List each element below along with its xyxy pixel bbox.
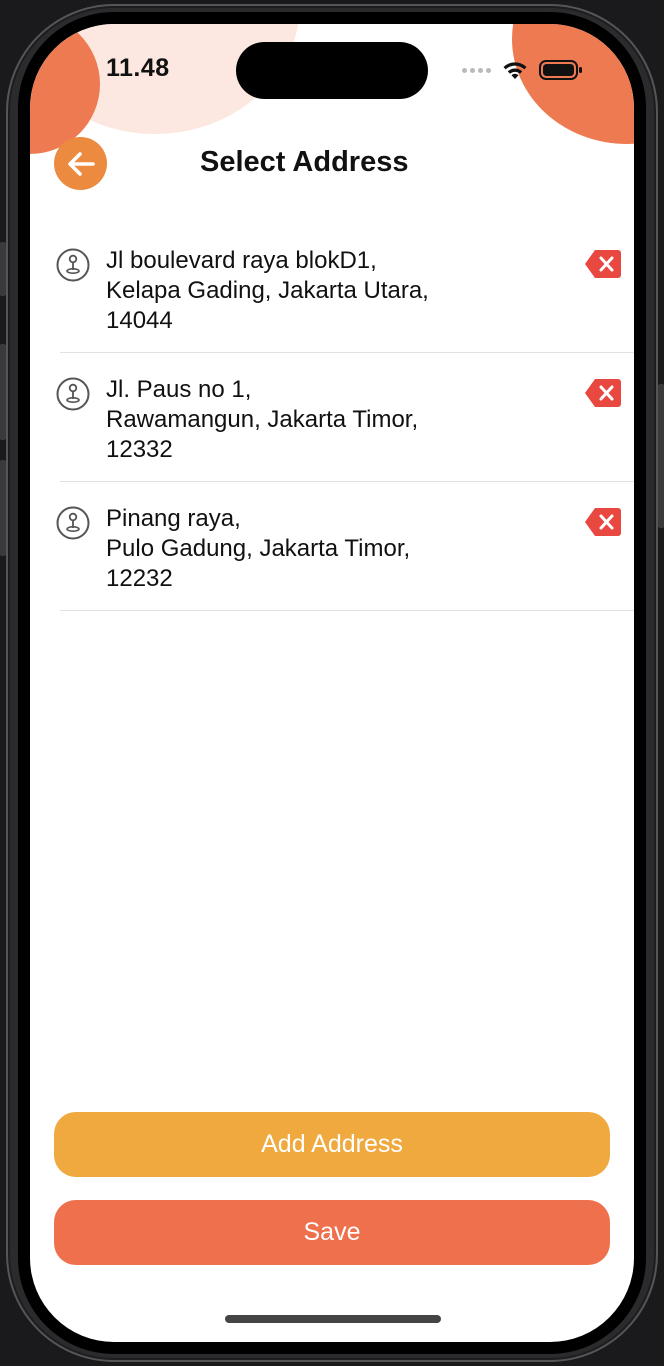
address-line2: Pulo Gadung, Jakarta Timor, [106,535,411,562]
save-button[interactable]: Save [54,1200,610,1265]
address-postal-code: 14044 [106,307,173,334]
address-line1: Pinang raya, [106,505,241,532]
back-button[interactable] [54,137,107,190]
cellular-signal-icon [462,67,491,73]
address-item[interactable]: Jl. Paus no 1, Rawamangun, Jakarta Timor… [30,353,634,482]
address-line2: Kelapa Gading, Jakarta Utara, [106,277,429,304]
address-item[interactable]: Pinang raya, Pulo Gadung, Jakarta Timor,… [30,482,634,611]
delete-address-button[interactable] [584,248,622,280]
app-screen: 11.48 Select Address Jl boulevard raya b… [30,24,634,1342]
volume-down-button [0,460,6,556]
status-time: 11.48 [106,54,170,82]
mute-switch [0,242,6,296]
address-item[interactable]: Jl boulevard raya blokD1, Kelapa Gading,… [30,224,634,353]
address-line1: Jl. Paus no 1, [106,376,252,403]
power-button [658,384,664,528]
address-postal-code: 12232 [106,565,173,592]
address-line2: Rawamangun, Jakarta Timor, [106,406,419,433]
address-postal-code: 12332 [106,436,173,463]
add-address-button[interactable]: Add Address [54,1112,610,1177]
wifi-icon [503,62,527,79]
address-text: Jl. Paus no 1, Rawamangun, Jakarta Timor… [106,375,566,465]
dynamic-island [236,42,428,99]
divider [60,610,634,611]
address-text: Pinang raya, Pulo Gadung, Jakarta Timor,… [106,504,566,594]
status-icons [462,58,583,82]
address-text: Jl boulevard raya blokD1, Kelapa Gading,… [106,246,566,336]
map-pin-icon [56,506,90,540]
address-list: Jl boulevard raya blokD1, Kelapa Gading,… [30,224,634,611]
volume-up-button [0,344,6,440]
battery-icon [539,60,582,80]
map-pin-icon [56,377,90,411]
arrow-left-icon [67,151,95,176]
decorative-blob-right [512,24,634,144]
delete-address-button[interactable] [584,506,622,538]
home-indicator [225,1315,441,1323]
map-pin-icon [56,248,90,282]
delete-address-button[interactable] [584,377,622,409]
page-title: Select Address [200,146,409,178]
address-line1: Jl boulevard raya blokD1, [106,247,377,274]
